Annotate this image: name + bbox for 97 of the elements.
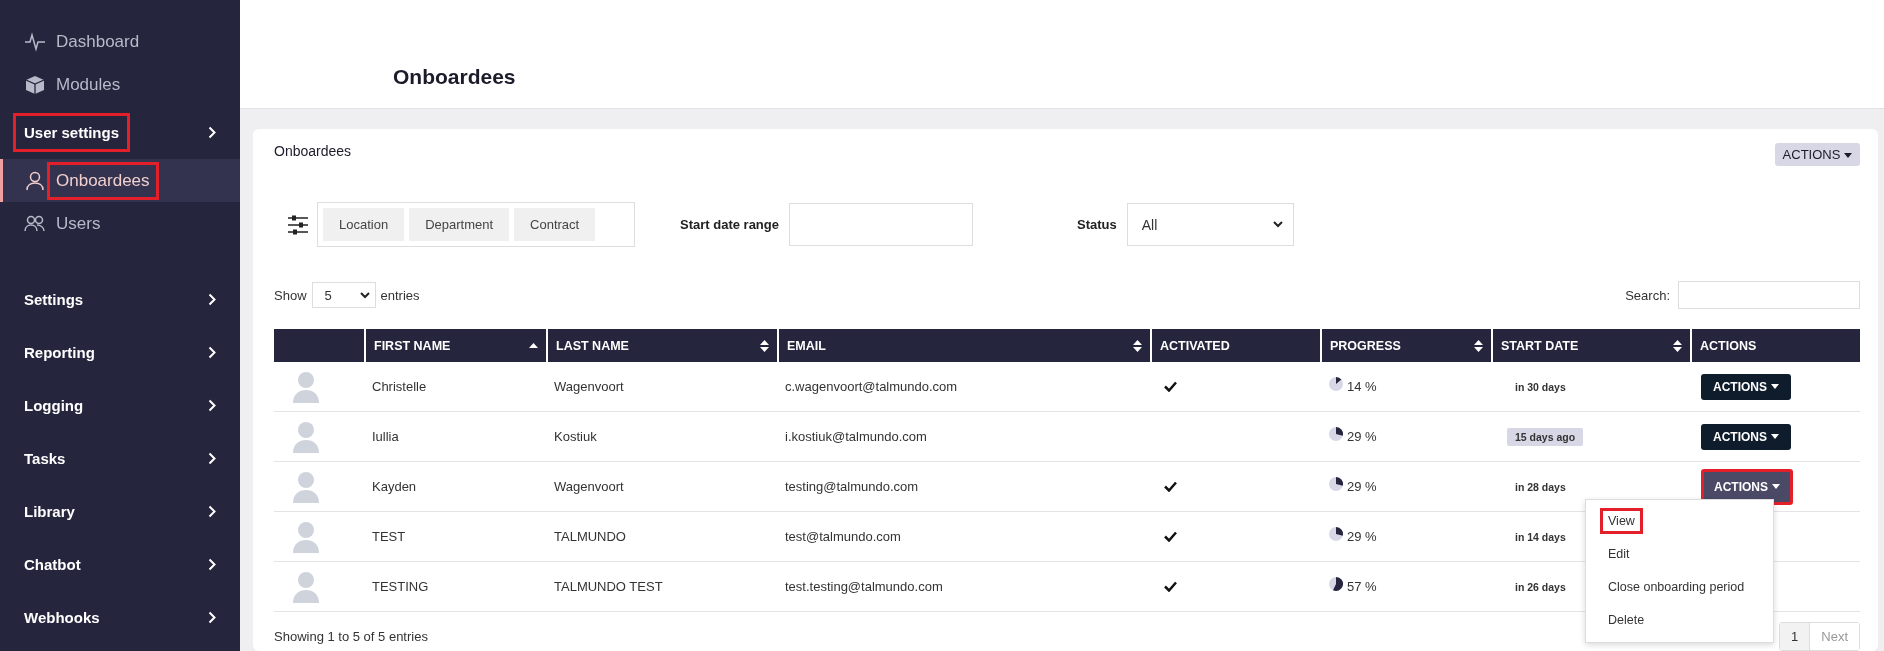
chevron-right-icon <box>208 505 216 518</box>
progress-pie-icon <box>1328 375 1344 392</box>
menu-item[interactable]: Close onboarding period <box>1600 573 1753 600</box>
start-date: in 26 days <box>1514 579 1567 595</box>
users-icon <box>24 213 46 234</box>
sidebar-item[interactable]: Onboardees <box>0 159 240 202</box>
column-header[interactable]: ACTIVATED <box>1160 338 1230 353</box>
filter-sliders-icon[interactable] <box>287 214 309 235</box>
chevron-right-icon <box>208 346 216 359</box>
table-cell: TALMUNDO <box>554 529 626 544</box>
actions-dropdown-button[interactable]: ACTIONS <box>1774 143 1860 166</box>
table-cell: Kayden <box>372 479 417 494</box>
chevron-down-icon <box>1272 221 1283 228</box>
chevron-right-icon <box>208 293 216 306</box>
menu-item[interactable]: Edit <box>1600 540 1638 567</box>
sort-icon[interactable] <box>1673 339 1682 352</box>
caret-icon <box>1844 153 1852 159</box>
table-cell: Kostiuk <box>554 429 597 444</box>
row-actions-button[interactable]: ACTIONS <box>1701 373 1791 400</box>
filter-tags-field[interactable]: Location Department Contract <box>317 202 635 247</box>
filter-chip[interactable]: Location <box>323 208 405 241</box>
sort-icon[interactable] <box>760 339 769 352</box>
table-cell: i.kostiuk@talmundo.com <box>785 429 927 444</box>
start-date: 15 days ago <box>1507 427 1584 446</box>
sidebar-section[interactable]: Reporting <box>0 326 240 379</box>
sidebar-item[interactable]: Dashboard <box>0 20 240 63</box>
show-label: Show <box>274 287 307 303</box>
chevron-right-icon <box>208 126 216 139</box>
sidebar-item[interactable]: Modules <box>0 63 240 106</box>
start-date: in 30 days <box>1514 379 1567 395</box>
filter-chip[interactable]: Contract <box>514 208 596 241</box>
column-header[interactable]: LAST NAME <box>556 338 629 353</box>
entries-select[interactable]: 5 <box>311 282 376 308</box>
filter-chip[interactable]: Department <box>409 208 510 241</box>
user-icon <box>24 170 46 191</box>
table-cell: test@talmundo.com <box>785 529 901 544</box>
progress-pie-icon <box>1328 425 1344 442</box>
sidebar-section[interactable]: Webhooks <box>0 591 240 644</box>
sidebar-section[interactable]: Logging <box>0 379 240 432</box>
sidebar-section[interactable]: Chatbot <box>0 538 240 591</box>
chevron-right-icon <box>208 611 216 624</box>
chevron-right-icon <box>208 558 216 571</box>
table-cell: testing@talmundo.com <box>785 479 919 494</box>
table-cell: Wagenvoort <box>554 479 624 494</box>
progress-pie-icon <box>1328 575 1344 592</box>
sidebar-section[interactable]: Library <box>0 485 240 538</box>
progress-text: 29 % <box>1347 429 1377 444</box>
pulse-icon <box>24 31 46 52</box>
field-label: Status <box>1077 217 1117 232</box>
column-header[interactable]: FIRST NAME <box>374 338 451 353</box>
column-header[interactable]: EMAIL <box>787 338 826 353</box>
card-title: Onboardees <box>274 143 352 159</box>
search-field[interactable] <box>1678 281 1860 309</box>
column-header[interactable]: ACTIONS <box>1700 338 1757 353</box>
caret-icon <box>1771 434 1779 439</box>
menu-item[interactable]: View <box>1600 507 1643 534</box>
progress-text: 29 % <box>1347 479 1377 494</box>
progress-pie-icon <box>1328 475 1344 492</box>
table-cell: TEST <box>372 529 406 544</box>
sort-icon[interactable] <box>1133 339 1142 352</box>
start-date: in 28 days <box>1514 479 1567 495</box>
entries-info: Showing 1 to 5 of 5 entries <box>274 629 428 644</box>
progress-text: 29 % <box>1347 529 1377 544</box>
table-cell: Christelle <box>372 379 427 394</box>
table-cell: Iullia <box>372 429 399 444</box>
sidebar-item[interactable]: Users <box>0 202 240 245</box>
row-actions-button[interactable]: ACTIONS <box>1701 423 1791 450</box>
sidebar-section[interactable]: Tasks <box>0 432 240 485</box>
progress-pie-icon <box>1328 525 1344 542</box>
table-cell: Wagenvoort <box>554 379 624 394</box>
cube-icon <box>24 74 46 95</box>
chevron-down-icon <box>359 291 370 299</box>
table-cell: TESTING <box>372 579 429 594</box>
column-header[interactable]: PROGRESS <box>1330 338 1401 353</box>
table-cell: test.testing@talmundo.com <box>785 579 943 594</box>
chevron-right-icon <box>208 452 216 465</box>
table-cell: c.wagenvoort@talmundo.com <box>785 379 958 394</box>
row-actions-button[interactable]: ACTIONS <box>1701 468 1793 505</box>
sidebar-section[interactable]: Settings <box>0 273 240 326</box>
menu-item[interactable]: Delete <box>1600 606 1653 633</box>
entries-label: entries <box>380 287 420 303</box>
caret-icon <box>1772 484 1780 489</box>
search-label: Search: <box>1625 287 1670 303</box>
date-range-field[interactable] <box>789 203 973 246</box>
column-header[interactable]: START DATE <box>1501 338 1579 353</box>
pagination-button[interactable]: 1 <box>1780 623 1810 650</box>
page-title: Onboardees <box>393 65 516 89</box>
chevron-right-icon <box>208 399 216 412</box>
sort-icon[interactable] <box>1474 339 1483 352</box>
caret-icon <box>1771 384 1779 389</box>
field-label: Start date range <box>680 217 779 232</box>
start-date: in 14 days <box>1514 529 1567 545</box>
table-cell: TALMUNDO TEST <box>554 579 663 594</box>
sidebar-section[interactable]: User settings <box>0 106 240 159</box>
status-select[interactable]: All <box>1126 203 1294 246</box>
progress-text: 14 % <box>1347 379 1377 394</box>
progress-text: 57 % <box>1347 579 1377 594</box>
